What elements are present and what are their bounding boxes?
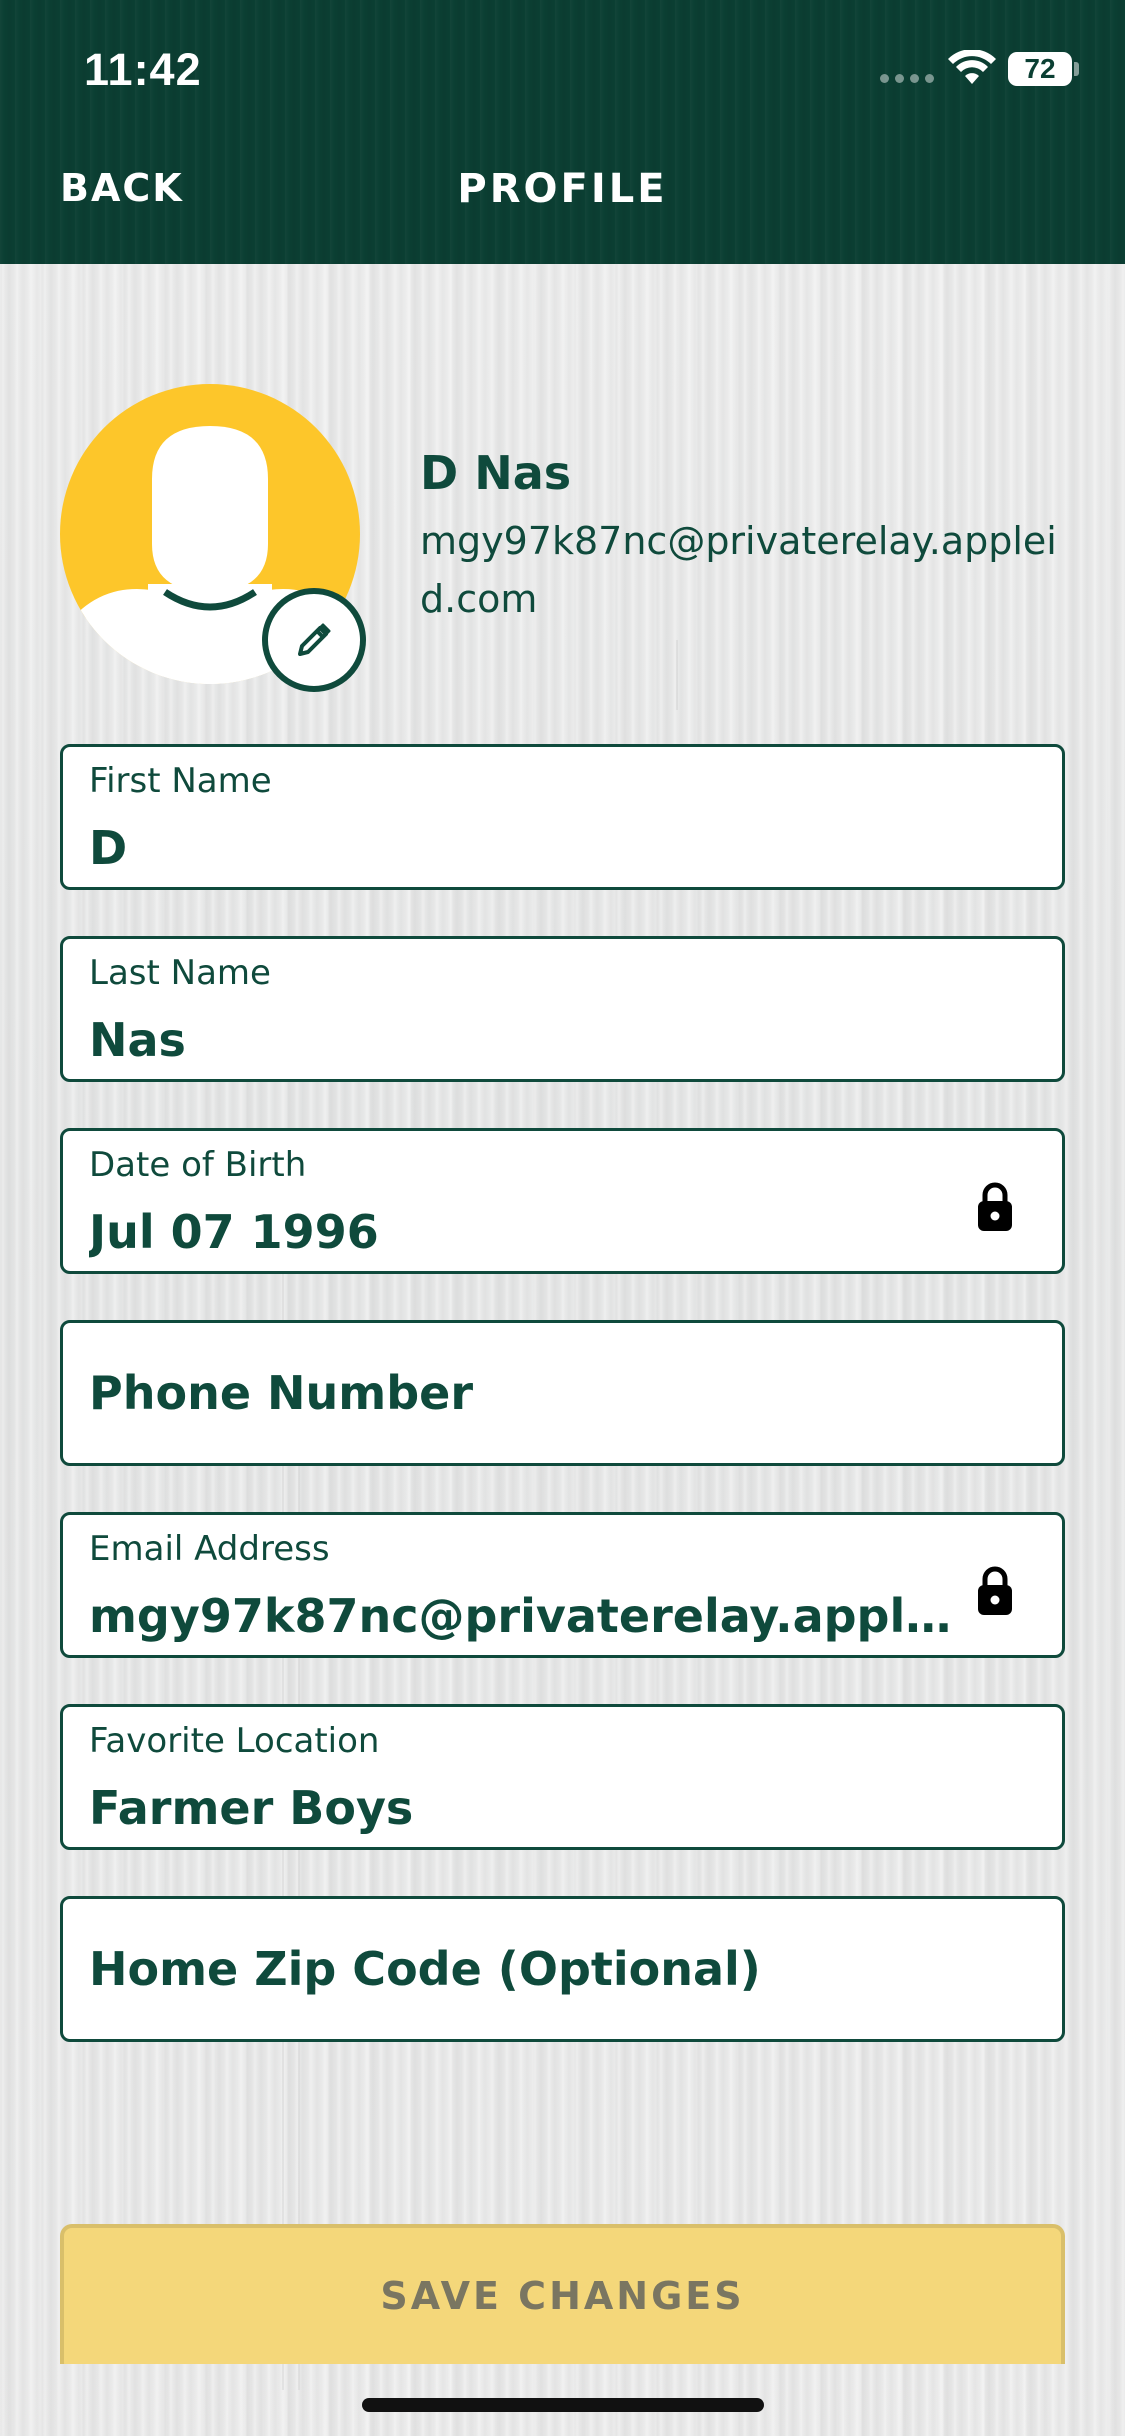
first-name-value[interactable]: D [89,821,989,875]
date-of-birth-field: Date of Birth Jul 07 1996 [60,1128,1065,1274]
status-bar: 11:42 72 [0,0,1125,140]
profile-email: mgy97k87nc@privaterelay.appleid.com [420,519,1057,621]
profile-name: D Nas [420,446,572,500]
first-name-label: First Name [89,761,272,801]
edit-avatar-button[interactable] [262,588,366,692]
last-name-value[interactable]: Nas [89,1013,989,1067]
home-zip-code-field[interactable]: Home Zip Code (Optional) [60,1896,1065,2042]
pencil-icon [298,623,331,656]
save-changes-button[interactable]: SAVE CHANGES [60,2224,1065,2364]
phone-number-placeholder[interactable]: Phone Number [89,1323,473,1463]
email-address-field: Email Address mgy97k87nc@privaterelay.ap… [60,1512,1065,1658]
home-zip-code-placeholder[interactable]: Home Zip Code (Optional) [89,1899,761,2039]
phone-number-field[interactable]: Phone Number [60,1320,1065,1466]
battery-indicator: 72 [1008,52,1072,86]
battery-tip [1074,62,1079,76]
first-name-field[interactable]: First Name D [60,744,1065,890]
app-header: 11:42 72 BACK PROFILE [0,0,1125,264]
last-name-label: Last Name [89,953,271,993]
date-of-birth-label: Date of Birth [89,1145,307,1185]
date-of-birth-value: Jul 07 1996 [89,1205,379,1259]
wifi-icon [948,50,996,84]
home-indicator [362,2398,764,2412]
lock-icon [978,1566,1012,1615]
last-name-field[interactable]: Last Name Nas [60,936,1065,1082]
cellular-signal-icon [880,74,934,83]
favorite-location-label: Favorite Location [89,1721,380,1761]
status-time: 11:42 [84,44,202,95]
lock-icon [978,1182,1012,1231]
page-title: PROFILE [457,166,668,212]
email-address-value: mgy97k87nc@privaterelay.appleid.com [89,1589,969,1643]
favorite-location-field[interactable]: Favorite Location Farmer Boys [60,1704,1065,1850]
save-changes-label: SAVE CHANGES [380,2274,745,2318]
email-address-label: Email Address [89,1529,330,1569]
favorite-location-value[interactable]: Farmer Boys [89,1781,989,1835]
wood-grain [676,640,678,710]
